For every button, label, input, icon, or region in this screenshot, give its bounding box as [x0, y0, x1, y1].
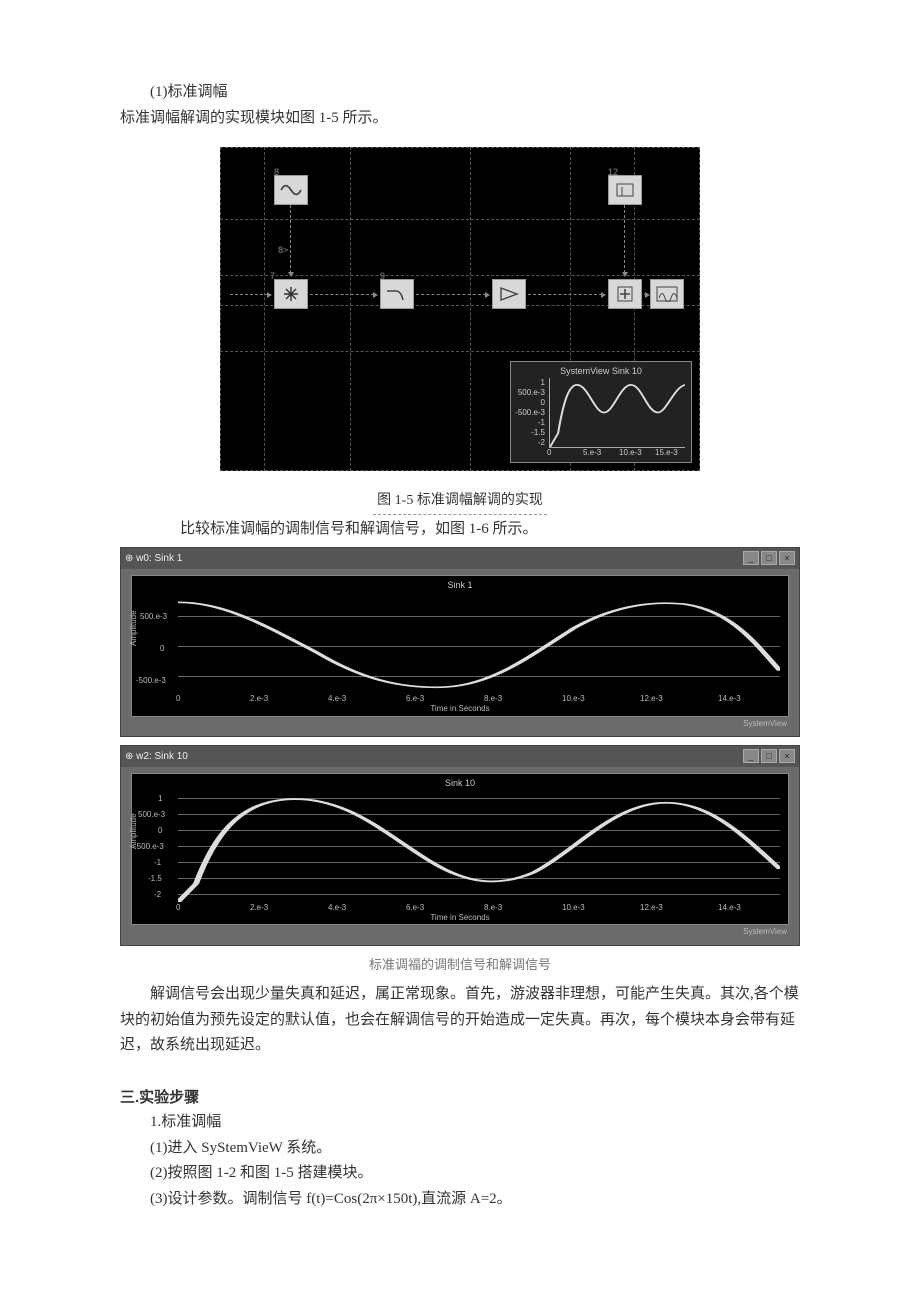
inset-x2: 10.e-3	[619, 446, 642, 460]
yt10: 500.e-3	[140, 610, 167, 624]
caption-1-6: 标准调福的调制信号和解调信号	[120, 954, 800, 976]
xt14: 8.e-3	[484, 692, 502, 706]
yt24: -1	[154, 856, 161, 870]
yt25: -1.5	[148, 872, 162, 886]
xt21: 2.e-3	[250, 901, 268, 915]
window-sink-1: ⊕ w0: Sink 1 _□× Sink 1 Amplitude Time i…	[120, 547, 800, 738]
arrow-8-to-7	[288, 205, 294, 277]
xt16: 12.e-3	[640, 692, 663, 706]
xt26: 12.e-3	[640, 901, 663, 915]
step-1-2: (2)按照图 1-2 和图 1-5 搭建模块。	[120, 1161, 800, 1187]
max-icon[interactable]: □	[761, 551, 777, 565]
xt27: 14.e-3	[718, 901, 741, 915]
titlebar-sink-1: ⊕ w0: Sink 1 _□×	[121, 548, 799, 569]
title-sink-10: w2: Sink 10	[136, 751, 188, 762]
yt22: 0	[158, 824, 162, 838]
close-icon[interactable]: ×	[779, 749, 795, 763]
plot-sink-10: Sink 10 Amplitude Time in Seconds 1 500.…	[131, 773, 789, 925]
inset-x1: 5.e-3	[583, 446, 601, 460]
plot-title-1: Sink 1	[132, 578, 788, 593]
block-adder	[608, 279, 642, 309]
page: (1)标准调幅 标准调幅解调的实现模块如图 1-5 所示。 8 12 8>	[0, 0, 920, 1272]
brand-1: SystemView	[131, 717, 789, 733]
xlabel-10: Time in Seconds	[132, 911, 788, 925]
title-sink-1: w0: Sink 1	[136, 553, 182, 564]
yt12: -500.e-3	[136, 674, 166, 688]
yt20: 1	[158, 792, 162, 806]
marker-8: 8>	[278, 243, 288, 258]
inset-x3: 15.e-3	[655, 446, 678, 460]
para-1a: (1)标准调幅	[120, 80, 800, 106]
yt21: 500.e-3	[138, 808, 165, 822]
curve-sink-10	[178, 792, 780, 902]
para-3: 解调信号会出现少量失真和延迟，属正常现象。首先，游波器非理想，可能产生失真。其次…	[120, 982, 800, 1059]
caption-1-5-text: 图 1-5 标准调幅解调的实现	[373, 489, 547, 516]
block-12	[608, 175, 642, 205]
xt22: 4.e-3	[328, 901, 346, 915]
heading-steps: 三.实验步骤	[120, 1085, 800, 1111]
arrow-7-9	[310, 292, 378, 298]
ylabel-1: Amplitude	[127, 610, 141, 646]
arrow-12-to-add	[622, 205, 628, 277]
min-icon[interactable]: _	[743, 749, 759, 763]
xt25: 10.e-3	[562, 901, 585, 915]
xt24: 8.e-3	[484, 901, 502, 915]
block-7-multiplier	[274, 279, 308, 309]
para-1b: 标准调幅解调的实现模块如图 1-5 所示。	[120, 106, 800, 132]
figure-1-5: 8 12 8> 7 9	[120, 147, 800, 481]
xt23: 6.e-3	[406, 901, 424, 915]
arrow-add-sink	[644, 292, 650, 298]
block-8-source	[274, 175, 308, 205]
para-2: 比较标准调幅的调制信号和解调信号，如图 1-6 所示。	[120, 517, 800, 543]
xt17: 14.e-3	[718, 692, 741, 706]
xlabel-1: Time in Seconds	[132, 702, 788, 716]
plot-title-10: Sink 10	[132, 776, 788, 791]
plot-sink-1: Sink 1 Amplitude Time in Seconds 500.e-3…	[131, 575, 789, 717]
curve-sink-1	[178, 594, 780, 694]
yt11: 0	[160, 642, 164, 656]
step-1: 1.标准调幅	[120, 1110, 800, 1136]
inset-y6: -2	[513, 436, 545, 450]
xt20: 0	[176, 901, 180, 915]
arrow-amp-add	[528, 292, 606, 298]
step-1-3: (3)设计参数。调制信号 f(t)=Cos(2π×150t),直流源 A=2。	[120, 1187, 800, 1213]
inset-x0: 0	[547, 446, 551, 460]
titlebar-sink-10: ⊕ w2: Sink 10 _□×	[121, 746, 799, 767]
window-buttons: _□×	[741, 550, 795, 567]
block-amp	[492, 279, 526, 309]
xt13: 6.e-3	[406, 692, 424, 706]
brand-2: SystemView	[131, 925, 789, 941]
xt11: 2.e-3	[250, 692, 268, 706]
step-1-1: (1)进入 SyStemVieW 系统。	[120, 1136, 800, 1162]
figure-1-6: ⊕ w0: Sink 1 _□× Sink 1 Amplitude Time i…	[120, 547, 800, 946]
max-icon[interactable]: □	[761, 749, 777, 763]
caption-1-5: 图 1-5 标准调幅解调的实现	[120, 489, 800, 516]
inset-sink-10: SystemView Sink 10 1 500.e-3 0 -500.e-3 …	[510, 361, 692, 463]
xt10: 0	[176, 692, 180, 706]
arrow-in-7	[230, 292, 272, 298]
arrow-9-amp	[416, 292, 490, 298]
xt12: 4.e-3	[328, 692, 346, 706]
window-buttons-2: _□×	[741, 748, 795, 765]
window-sink-10: ⊕ w2: Sink 10 _□× Sink 10 Amplitude Time…	[120, 745, 800, 946]
block-diagram: 8 12 8> 7 9	[220, 147, 700, 471]
yt23: -500.e-3	[134, 840, 164, 854]
yt26: -2	[154, 888, 161, 902]
block-9-filter	[380, 279, 414, 309]
close-icon[interactable]: ×	[779, 551, 795, 565]
xt15: 10.e-3	[562, 692, 585, 706]
min-icon[interactable]: _	[743, 551, 759, 565]
block-sink	[650, 279, 684, 309]
